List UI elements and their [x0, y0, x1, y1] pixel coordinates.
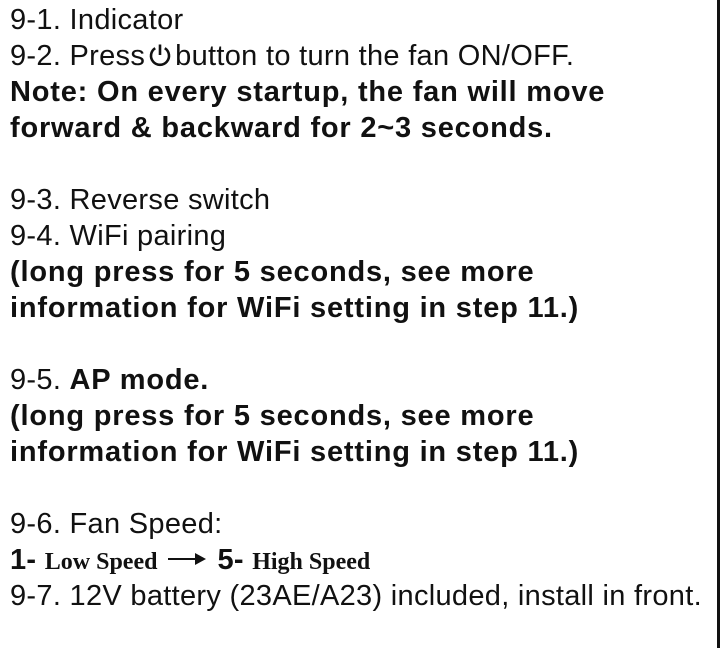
item-number: 9-1.	[10, 4, 62, 36]
item-number: 9-7.	[10, 580, 62, 612]
high-speed-label: High Speed	[252, 549, 371, 575]
arrow-right-icon	[168, 553, 207, 565]
power-icon	[149, 44, 171, 67]
item-number: 9-3.	[10, 184, 62, 216]
item-text: Reverse switch	[69, 184, 271, 216]
note-line-1: Note: On every startup, the fan will mov…	[10, 76, 606, 108]
item-9-1: 9-1. Indicator	[10, 2, 710, 38]
item-text-post: button to turn the fan ON/OFF.	[175, 40, 575, 72]
low-speed-label: Low Speed	[44, 549, 158, 575]
item-text: WiFi pairing	[69, 220, 227, 252]
item-text: AP mode.	[69, 364, 210, 396]
item-9-4: 9-4. WiFi pairing	[10, 218, 710, 254]
low-speed-number: 1-	[10, 544, 37, 576]
item-9-6: 9-6. Fan Speed:	[10, 506, 710, 542]
wifi-pairing-detail-line-2: information for WiFi setting in step 11.…	[10, 292, 580, 324]
item-number: 9-5.	[10, 364, 62, 396]
item-9-2: 9-2. Press button to turn the fan ON/OFF…	[10, 38, 710, 74]
item-9-7: 9-7. 12V battery (23AE/A23) included, in…	[10, 578, 710, 614]
item-9-3: 9-3. Reverse switch	[10, 182, 710, 218]
fan-speed-range: 1- Low Speed 5- High Speed	[10, 542, 710, 578]
item-text: Fan Speed:	[69, 508, 223, 540]
item-number: 9-4.	[10, 220, 62, 252]
item-number: 9-2.	[10, 40, 62, 72]
ap-mode-detail-line-1: (long press for 5 seconds, see more	[10, 400, 535, 432]
high-speed-number: 5-	[217, 544, 244, 576]
instruction-text-block: 9-1. Indicator 9-2. Press button to turn…	[10, 2, 710, 614]
item-text-pre: Press	[69, 40, 146, 72]
item-text: Indicator	[69, 4, 184, 36]
item-9-5: 9-5. AP mode.	[10, 362, 710, 398]
item-number: 9-6.	[10, 508, 62, 540]
ap-mode-detail-line-2: information for WiFi setting in step 11.…	[10, 436, 580, 468]
note-line-2: forward & backward for 2~3 seconds.	[10, 112, 553, 144]
wifi-pairing-detail-line-1: (long press for 5 seconds, see more	[10, 256, 535, 288]
item-text: 12V battery (23AE/A23) included, install…	[69, 580, 702, 612]
